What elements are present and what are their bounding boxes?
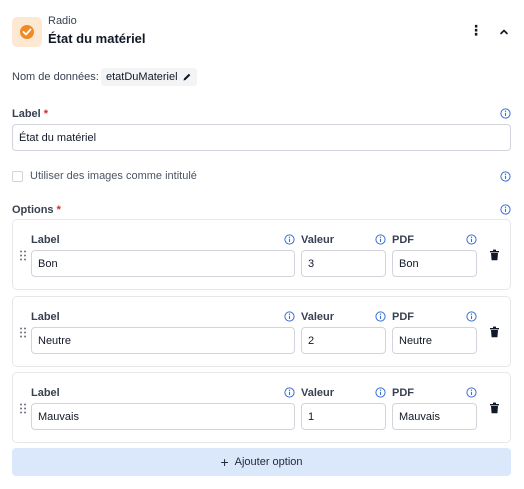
use-images-checkbox[interactable] [12, 171, 23, 182]
option-value-input[interactable]: 2 [301, 327, 386, 354]
trash-icon[interactable] [489, 326, 500, 338]
option-card: Label Valeur PDF Neutre 2 Neutre [12, 296, 511, 367]
info-icon[interactable] [375, 387, 386, 398]
add-option-label: Ajouter option [234, 456, 303, 468]
option-label-input[interactable]: Mauvais [31, 403, 295, 430]
option-pdf-input[interactable]: Mauvais [392, 403, 477, 430]
option-value-input[interactable]: 3 [301, 250, 386, 277]
drag-handle-icon[interactable] [19, 250, 27, 261]
info-icon[interactable] [284, 234, 295, 245]
info-icon[interactable] [466, 311, 477, 322]
option-card: Label Valeur PDF Bon 3 Bon [12, 219, 511, 290]
field-type-label: Radio [48, 15, 77, 27]
option-value-header: Valeur [301, 387, 335, 399]
drag-handle-icon[interactable] [19, 327, 27, 338]
option-card: Label Valeur PDF Mauvais 1 Mauvais [12, 372, 511, 443]
required-mark: * [43, 108, 49, 120]
radio-check-icon [12, 17, 42, 47]
data-name-label: Nom de données: [12, 71, 99, 83]
drag-handle-icon[interactable] [19, 403, 27, 414]
more-vertical-icon[interactable]: ⋮ [468, 20, 484, 40]
options-section-title: Options * [12, 204, 61, 216]
option-value-header: Valeur [301, 311, 335, 323]
required-mark: * [56, 204, 61, 216]
option-label-input[interactable]: Bon [31, 250, 295, 277]
option-pdf-header: PDF [392, 311, 414, 323]
label-input[interactable]: État du matériel [12, 124, 511, 151]
info-icon[interactable] [466, 387, 477, 398]
data-name-value: etatDuMateriel [106, 71, 178, 83]
option-label-header: Label [31, 387, 60, 399]
data-name-chip[interactable]: etatDuMateriel [101, 68, 197, 86]
info-icon[interactable] [284, 311, 295, 322]
option-value-input[interactable]: 1 [301, 403, 386, 430]
info-icon[interactable] [375, 311, 386, 322]
add-option-button[interactable]: + Ajouter option [12, 448, 511, 476]
field-header: Radio État du matériel ⋮ [0, 0, 524, 56]
info-icon[interactable] [466, 234, 477, 245]
plus-icon: + [220, 454, 229, 470]
label-section-title: Label * [12, 108, 49, 120]
option-label-input[interactable]: Neutre [31, 327, 295, 354]
info-icon[interactable] [500, 171, 511, 182]
use-images-label[interactable]: Utiliser des images comme intitulé [30, 170, 197, 182]
option-pdf-input[interactable]: Bon [392, 250, 477, 277]
option-label-header: Label [31, 311, 60, 323]
trash-icon[interactable] [489, 402, 500, 414]
option-label-header: Label [31, 234, 60, 246]
option-value-header: Valeur [301, 234, 335, 246]
info-icon[interactable] [500, 204, 511, 215]
info-icon[interactable] [375, 234, 386, 245]
info-icon[interactable] [284, 387, 295, 398]
trash-icon[interactable] [489, 249, 500, 261]
chevron-up-icon[interactable] [496, 24, 512, 40]
option-pdf-header: PDF [392, 387, 414, 399]
info-icon[interactable] [500, 108, 511, 119]
option-pdf-header: PDF [392, 234, 414, 246]
field-title: État du matériel [48, 31, 146, 46]
pencil-icon[interactable] [182, 72, 192, 82]
option-pdf-input[interactable]: Neutre [392, 327, 477, 354]
